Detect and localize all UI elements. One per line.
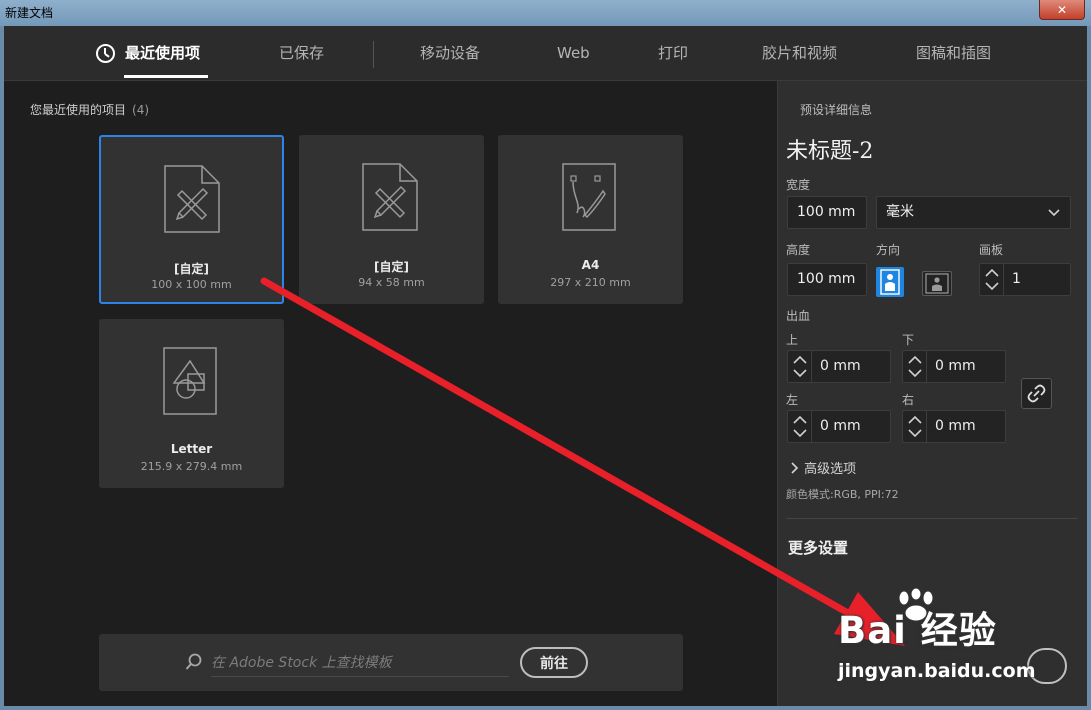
preset-card-name: Letter <box>170 442 213 456</box>
active-tab-indicator <box>124 75 208 78</box>
watermark-brand: Bai 经验 <box>838 609 997 652</box>
chain-link-icon <box>1027 384 1046 403</box>
stock-template-search: 前往 <box>99 634 683 691</box>
tab-divider <box>373 41 374 68</box>
bleed-bottom-stepper[interactable]: 0 mm <box>902 350 1006 383</box>
bleed-right-label: 右 <box>902 393 915 407</box>
advanced-options-toggle[interactable]: 高级选项 <box>790 458 856 477</box>
link-bleed-button[interactable] <box>1021 378 1052 409</box>
up-down-arrows-icon <box>908 355 922 378</box>
tab-web[interactable]: Web <box>557 26 590 81</box>
stepper-arrows[interactable] <box>903 411 927 442</box>
window-titlebar: 新建文档 ✕ <box>0 0 1091 26</box>
category-tabs: 最近使用项 已保存 移动设备 Web 打印 胶片和视频 图稿和插图 <box>4 26 1087 81</box>
tab-mobile[interactable]: 移动设备 <box>420 26 480 81</box>
unit-select[interactable]: 毫米 <box>876 196 1071 229</box>
portrait-person-icon <box>880 269 900 295</box>
orientation-label: 方向 <box>876 243 901 257</box>
up-down-arrows-icon <box>985 268 999 291</box>
chevron-right-icon <box>791 462 799 474</box>
panel-divider <box>786 518 1078 519</box>
preset-card-name: A4 <box>581 258 600 272</box>
tab-recent[interactable]: 最近使用项 <box>125 26 200 81</box>
bleed-top-stepper[interactable]: 0 mm <box>787 350 891 383</box>
artboards-stepper[interactable]: 1 <box>979 263 1071 296</box>
advanced-options-label: 高级选项 <box>804 462 857 477</box>
tab-film-video[interactable]: 胶片和视频 <box>762 26 837 81</box>
preset-card-custom-100x100[interactable]: [自定] 100 x 100 mm <box>99 135 284 304</box>
bleed-label: 出血 <box>786 309 811 323</box>
bleed-left-label: 左 <box>786 393 799 407</box>
preset-card-size: 94 x 58 mm <box>358 276 425 289</box>
preset-card-size: 297 x 210 mm <box>550 276 631 289</box>
preset-card-custom-94x58[interactable]: [自定] 94 x 58 mm <box>299 135 484 304</box>
stepper-arrows[interactable] <box>788 411 812 442</box>
bleed-right-stepper[interactable]: 0 mm <box>902 410 1006 443</box>
window-close-button[interactable]: ✕ <box>1039 0 1085 20</box>
window-title: 新建文档 <box>5 6 54 20</box>
stepper-arrows[interactable] <box>903 351 927 382</box>
go-button[interactable]: 前往 <box>520 647 588 678</box>
artboards-value: 1 <box>1012 271 1021 287</box>
recent-heading-label: 您最近使用的项目 <box>30 103 127 117</box>
unit-select-value: 毫米 <box>886 204 914 220</box>
tab-print[interactable]: 打印 <box>658 26 688 81</box>
up-down-arrows-icon <box>908 415 922 438</box>
width-field[interactable]: 100 mm <box>787 196 867 229</box>
landscape-person-icon <box>925 273 949 294</box>
search-input[interactable] <box>211 650 509 677</box>
preset-card-size: 100 x 100 mm <box>151 278 232 291</box>
up-down-arrows-icon <box>793 355 807 378</box>
bleed-left-stepper[interactable]: 0 mm <box>787 410 891 443</box>
bleed-bottom-value: 0 mm <box>935 358 976 374</box>
more-settings-button[interactable]: 更多设置 <box>788 537 848 558</box>
shapes-doc-icon <box>163 347 217 415</box>
tab-saved[interactable]: 已保存 <box>279 26 324 81</box>
custom-doc-icon <box>164 165 220 233</box>
recent-items-panel: 您最近使用的项目 (4) [自定] 100 x 100 mm [自定] 94 x… <box>4 81 777 706</box>
search-icon <box>185 653 202 670</box>
artboard-doc-icon <box>562 163 616 231</box>
preset-card-a4[interactable]: A4 297 x 210 mm <box>498 135 683 304</box>
bleed-top-value: 0 mm <box>820 358 861 374</box>
stepper-arrows[interactable] <box>788 351 812 382</box>
custom-doc-icon <box>362 163 418 231</box>
bleed-left-value: 0 mm <box>820 418 861 434</box>
artboards-label: 画板 <box>979 243 1004 257</box>
baidu-watermark: Bai 经验 jingyan.baidu.com <box>838 588 1068 694</box>
clock-icon <box>96 44 115 63</box>
stepper-arrows[interactable] <box>980 264 1004 295</box>
recent-heading: 您最近使用的项目 (4) <box>30 101 149 118</box>
height-field[interactable]: 100 mm <box>787 263 867 296</box>
preset-card-name: [自定] <box>174 262 209 276</box>
recent-count: (4) <box>132 103 150 117</box>
width-label: 宽度 <box>786 178 811 192</box>
preset-details-label: 预设详细信息 <box>800 103 873 117</box>
preset-card-size: 215.9 x 279.4 mm <box>140 460 243 473</box>
up-down-arrows-icon <box>793 415 807 438</box>
document-title[interactable]: 未标题-2 <box>786 133 873 165</box>
close-icon: ✕ <box>1056 2 1068 17</box>
bleed-right-value: 0 mm <box>935 418 976 434</box>
color-mode-info: 颜色模式:RGB, PPI:72 <box>786 488 899 501</box>
watermark-url: jingyan.baidu.com <box>838 660 1036 682</box>
tab-art-illustration[interactable]: 图稿和插图 <box>916 26 991 81</box>
height-label: 高度 <box>786 243 811 257</box>
preset-card-letter[interactable]: Letter 215.9 x 279.4 mm <box>99 319 284 488</box>
portrait-orientation-button[interactable] <box>876 267 904 297</box>
bleed-bottom-label: 下 <box>902 333 915 347</box>
landscape-orientation-button[interactable] <box>922 271 952 296</box>
bleed-top-label: 上 <box>786 333 799 347</box>
preset-card-name: [自定] <box>374 260 409 274</box>
chevron-down-icon <box>1048 209 1060 217</box>
